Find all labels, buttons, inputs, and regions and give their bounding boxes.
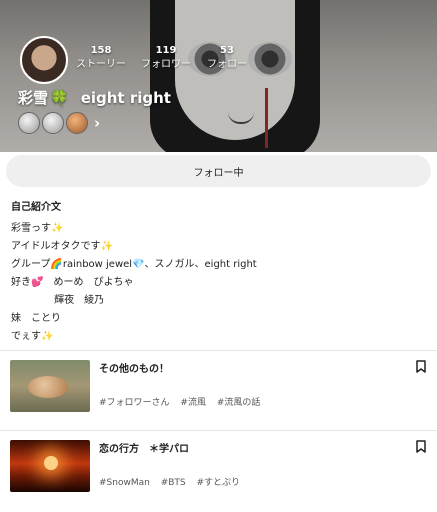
article-thumbnail xyxy=(10,440,90,492)
bio-title: 自己紹介文 xyxy=(11,202,61,213)
stat-stories-count: 158 xyxy=(90,45,112,56)
stat-followers-count: 119 xyxy=(155,45,177,56)
article-title: その他のもの！ xyxy=(99,364,169,375)
tag[interactable]: #流風 xyxy=(180,398,206,408)
stat-following-count: 53 xyxy=(220,45,234,56)
tag[interactable]: #すとぷり xyxy=(197,478,241,488)
article-title: 恋の行方 ＊学パロ xyxy=(99,444,189,455)
chevron-right-icon: › xyxy=(94,114,101,132)
bio-text: 彩雪っす✨ アイドルオタクです✨ グループ🌈rainbow jewel💎、スノガ… xyxy=(11,223,257,342)
stat-stories-label: ストーリー xyxy=(76,59,126,70)
stat-following[interactable]: 53 フォロー xyxy=(202,44,252,72)
article-tags: #SnowMan #BTS #すとぷり xyxy=(99,475,248,488)
profile-name-extra: eight right xyxy=(80,89,171,107)
stat-followers-label: フォロワー xyxy=(141,59,191,70)
silver-medal-icon xyxy=(42,112,64,134)
stat-stories[interactable]: 158 ストーリー xyxy=(74,44,128,72)
stat-followers[interactable]: 119 フォロワー xyxy=(138,44,194,72)
tag[interactable]: #流風の話 xyxy=(217,398,261,408)
bronze-medal-icon xyxy=(66,112,88,134)
avatar[interactable] xyxy=(20,36,68,84)
tag[interactable]: #BTS xyxy=(161,478,186,488)
bookmark-icon[interactable] xyxy=(416,360,426,373)
clover-icon: 🍀 xyxy=(50,89,69,107)
bookmark-icon[interactable] xyxy=(416,440,426,453)
tag[interactable]: #SnowMan xyxy=(99,478,150,488)
article-item[interactable]: その他のもの！ #フォロワーさん #流風 #流風の話 xyxy=(0,350,437,420)
silver-medal-icon xyxy=(18,112,40,134)
profile-name: 彩雪 🍀 eight right xyxy=(18,87,171,108)
following-button[interactable]: フォロー中 xyxy=(6,155,431,187)
medal-row[interactable]: › xyxy=(18,112,100,134)
article-thumbnail xyxy=(10,360,90,412)
tag[interactable]: #フォロワーさん xyxy=(99,398,170,408)
stat-following-label: フォロー xyxy=(207,59,247,70)
article-item[interactable]: 恋の行方 ＊学パロ #SnowMan #BTS #すとぷり xyxy=(0,430,437,500)
profile-name-text: 彩雪 xyxy=(18,89,49,107)
article-tags: #フォロワーさん #流風 #流風の話 xyxy=(99,395,268,408)
